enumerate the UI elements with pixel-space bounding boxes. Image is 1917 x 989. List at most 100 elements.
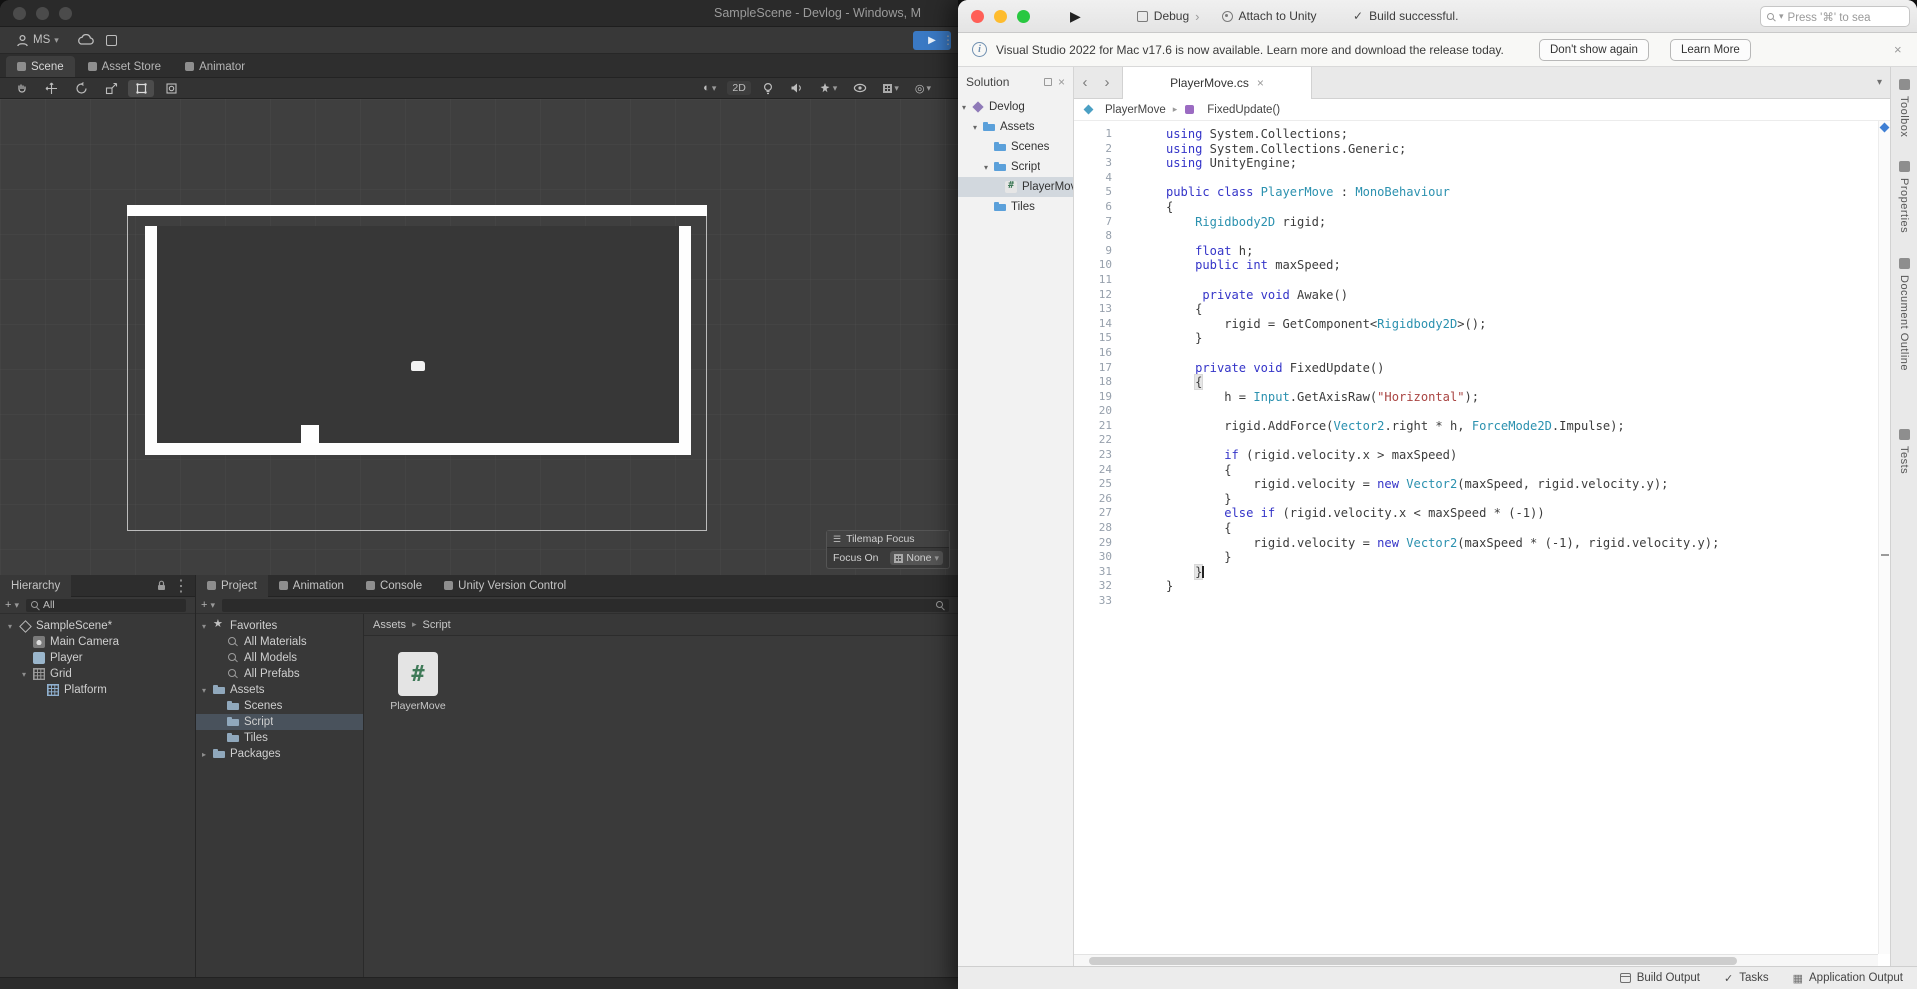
tab-hierarchy[interactable]: Hierarchy [0,574,72,597]
zoom-window-icon[interactable] [59,6,72,20]
hierarchy-item-samplescene[interactable]: ▾ SampleScene* [0,618,195,634]
tab-animator[interactable]: Animator [174,56,256,77]
solution-item-scenes[interactable]: Scenes [958,137,1073,157]
code-line[interactable]: 10 public int maxSpeed; [1074,258,1878,273]
tab-project[interactable]: Project [196,574,268,597]
code-line[interactable]: 2 using System.Collections.Generic; [1074,142,1878,157]
code-line[interactable]: 31 } [1074,564,1878,580]
scale-tool-button[interactable] [98,80,124,97]
code-line[interactable]: 24 { [1074,463,1878,478]
code-line[interactable]: 6{ [1074,200,1878,215]
code-line[interactable]: 21 rigid.AddForce(Vector2.right * h, For… [1074,419,1878,434]
code-line[interactable]: 33 [1074,594,1878,609]
code-line[interactable]: 13 { [1074,302,1878,317]
project-item-packages[interactable]: ▸ Packages [196,746,363,762]
account-button[interactable]: MS ▾ [10,32,65,49]
code-line[interactable]: 15 } [1074,331,1878,346]
view-2d-toggle[interactable]: 2D [727,81,751,95]
unity-titlebar[interactable]: SampleScene - Devlog - Windows, M [0,0,958,27]
gizmos-dropdown[interactable]: ◎ ▾ [910,81,936,96]
dont-show-again-button[interactable]: Don't show again [1539,39,1649,61]
expand-arrow-icon[interactable]: ▾ [8,622,19,631]
code-line[interactable]: 25 rigid.velocity = new Vector2(maxSpeed… [1074,477,1878,492]
project-item-scenes[interactable]: Scenes [196,698,363,714]
code-line[interactable]: 28 { [1074,521,1878,536]
editor-vertical-scrollbar[interactable] [1878,121,1890,954]
side-tab-document-outline[interactable]: Document Outline [1898,257,1910,371]
tab-animation[interactable]: Animation [268,575,355,597]
hierarchy-item-grid[interactable]: ▾ Grid [0,666,195,682]
run-button[interactable]: ▶ [1070,8,1081,25]
code-line[interactable]: 27 else if (rigid.velocity.x < maxSpeed … [1074,506,1878,521]
visibility-toggle[interactable] [848,82,872,94]
code-line[interactable]: 20 [1074,404,1878,419]
project-item-assets[interactable]: ▾ Assets [196,682,363,698]
code-line[interactable]: 17 private void FixedUpdate() [1074,361,1878,376]
tab-playermove-cs[interactable]: PlayerMove.cs × [1122,67,1312,99]
close-notification-icon[interactable]: × [1894,42,1902,57]
scene-audio-toggle[interactable] [785,81,808,95]
scene-lighting-toggle[interactable] [757,81,779,96]
rotate-tool-button[interactable] [68,80,94,97]
code-editor[interactable]: 1 using System.Collections; 2 using System.… [1074,121,1878,954]
breadcrumb-fixedupdate[interactable]: FixedUpdate() [1184,104,1280,116]
hierarchy-search-input[interactable]: All [25,598,186,612]
services-icon[interactable] [105,34,117,46]
project-search-input[interactable] [221,598,949,612]
solution-item-assets[interactable]: ▾ Assets [958,117,1073,137]
scene-viewport[interactable]: ☰ Tilemap Focus Focus On None ▾ [0,99,958,575]
code-line[interactable]: 8 [1074,229,1878,244]
grid-settings-dropdown[interactable]: ▾ [878,82,904,95]
project-item-all-materials[interactable]: All Materials [196,634,363,650]
code-line[interactable]: 7 Rigidbody2D rigid; [1074,215,1878,230]
solution-item-script[interactable]: ▾ Script [958,157,1073,177]
learn-more-button[interactable]: Learn More [1670,39,1751,61]
code-line[interactable]: 4 [1074,171,1878,186]
vs-titlebar[interactable]: ▶ Debug › Attach to Unity ✓ Build succes… [958,0,1917,33]
expand-arrow-icon[interactable]: ▾ [202,686,213,695]
breadcrumb-item-script[interactable]: Script [423,619,451,631]
tab-scene[interactable]: Scene [6,56,75,77]
focus-on-dropdown[interactable]: None ▾ [890,551,943,565]
global-search-input[interactable]: ▾ Press '⌘' to sea [1760,6,1910,27]
expand-arrow-icon[interactable]: ▾ [973,123,983,132]
add-button[interactable]: + [201,599,207,611]
statusbar-tasks[interactable]: ✓ Tasks [1724,972,1769,985]
code-line[interactable]: 16 [1074,346,1878,361]
project-item-all-models[interactable]: All Models [196,650,363,666]
tab-list-dropdown-icon[interactable]: ▾ [1877,77,1882,88]
add-button[interactable]: + [5,599,11,611]
code-line[interactable]: 5 public class PlayerMove : MonoBehaviour [1074,185,1878,200]
close-window-icon[interactable] [13,6,26,20]
code-line[interactable]: 9 float h; [1074,244,1878,259]
hand-tool-button[interactable] [8,80,34,97]
scrollbar-handle[interactable] [1089,957,1737,965]
statusbar-build-output[interactable]: Build Output [1619,972,1700,985]
side-tab-tests[interactable]: Tests [1898,428,1910,474]
project-item-all-prefabs[interactable]: All Prefabs [196,666,363,682]
code-line[interactable]: 26 } [1074,492,1878,507]
breadcrumb-playermove[interactable]: PlayerMove [1084,104,1166,116]
code-line[interactable]: 22 [1074,433,1878,448]
solution-item-devlog[interactable]: ▾ Devlog [958,97,1073,117]
code-line[interactable]: 19 h = Input.GetAxisRaw("Horizontal"); [1074,390,1878,405]
hierarchy-item-platform[interactable]: Platform [0,682,195,698]
code-line[interactable]: 29 rigid.velocity = new Vector2(maxSpeed… [1074,536,1878,551]
statusbar-application-output[interactable]: ▦ Application Output [1793,972,1903,985]
expand-arrow-icon[interactable]: ▸ [202,750,213,759]
minimize-window-icon[interactable] [994,9,1007,23]
code-line[interactable]: 1 using System.Collections; [1074,127,1878,142]
debug-config-button[interactable]: Debug › [1136,9,1200,24]
attach-to-unity-button[interactable]: Attach to Unity [1221,9,1317,23]
asset-item-playermove[interactable]: PlayerMove [390,652,446,712]
project-item-tiles[interactable]: Tiles [196,730,363,746]
dock-icon[interactable] [1043,78,1052,86]
cloud-icon[interactable] [77,34,94,46]
render-mode-dropdown[interactable]: ◐ ▾ [698,81,721,95]
code-line[interactable]: 11 [1074,273,1878,288]
expand-arrow-icon[interactable]: ▾ [984,163,994,172]
lock-icon[interactable] [157,580,166,591]
player-sprite[interactable] [301,425,319,443]
expand-arrow-icon[interactable]: ▾ [202,622,213,631]
project-item-script[interactable]: Script [196,714,363,730]
